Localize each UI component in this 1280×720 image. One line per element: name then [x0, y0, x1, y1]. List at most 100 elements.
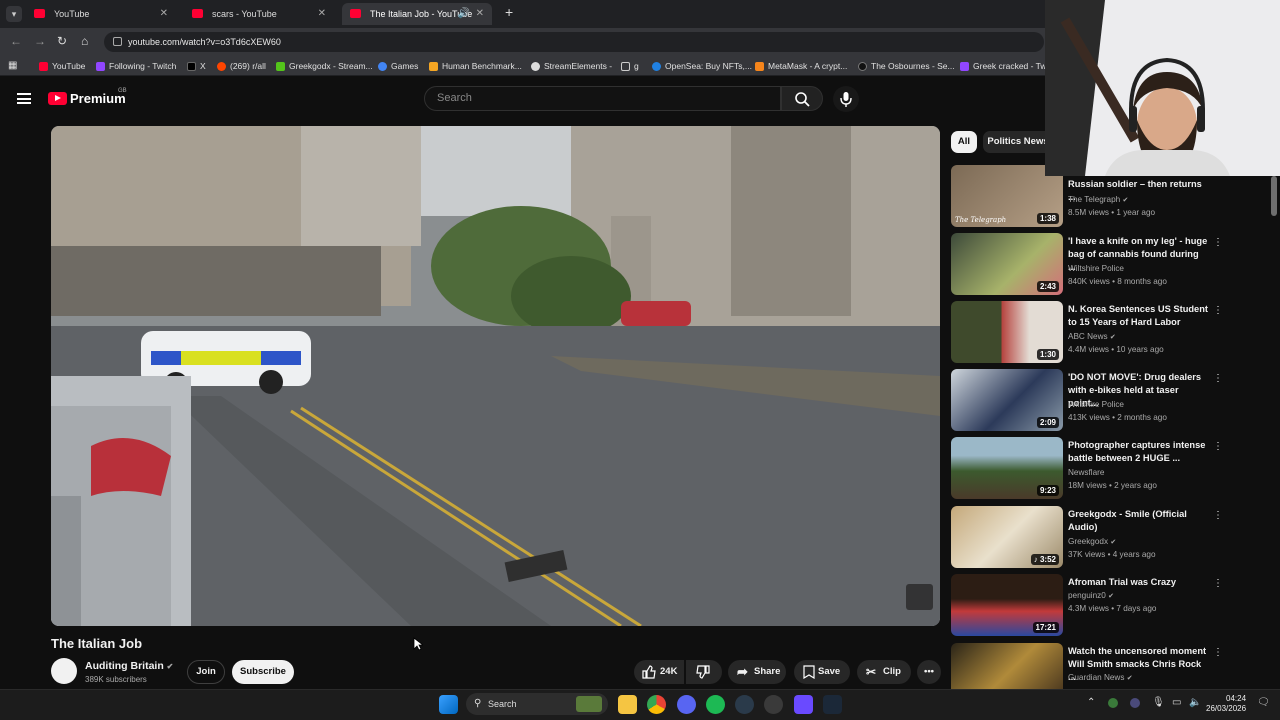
google-icon — [378, 62, 387, 71]
volume-icon[interactable]: 🔈 — [1189, 697, 1201, 708]
forward-icon[interactable]: → — [34, 34, 46, 48]
list-item[interactable]: 2:43 'I have a knife on my leg' - huge b… — [951, 233, 1251, 295]
bookmark-osbournes[interactable]: The Osbournes - Se... — [858, 59, 955, 73]
more-options-icon[interactable]: ⋮ — [1213, 510, 1223, 522]
video-thumbnail[interactable]: 9:23 — [951, 437, 1063, 499]
steam-icon[interactable] — [823, 695, 842, 714]
app-grid-icon[interactable] — [794, 695, 813, 714]
rec-channel: Wiltshire Police — [1068, 400, 1124, 409]
thumbs-up-icon — [642, 665, 656, 679]
bookmark-twitch[interactable]: Following - Twitch — [96, 59, 176, 73]
channel-avatar[interactable] — [51, 658, 77, 684]
x-icon — [187, 62, 196, 71]
tray-chevron-icon[interactable]: ⌃ — [1087, 697, 1095, 708]
list-item[interactable]: Watch the uncensored moment Will Smith s… — [951, 643, 1251, 689]
verified-icon: ✔ — [1122, 197, 1129, 204]
list-item[interactable]: 1:30 N. Korea Sentences US Student to 15… — [951, 301, 1251, 363]
video-thumbnail[interactable]: 1:30 — [951, 301, 1063, 363]
subscribe-button[interactable]: Subscribe — [232, 660, 294, 684]
home-icon[interactable]: ⌂ — [81, 34, 88, 48]
more-actions-button[interactable]: ••• — [917, 660, 941, 684]
chip-politics-news[interactable]: Politics News — [983, 131, 1053, 153]
search-button[interactable] — [781, 86, 823, 111]
address-bar[interactable]: youtube.com/watch?v=o3Td6cXEW60 — [104, 32, 1044, 52]
like-button[interactable]: 24K — [634, 660, 684, 684]
more-options-icon[interactable]: ⋮ — [1213, 305, 1223, 317]
reload-icon[interactable]: ↻ — [57, 34, 67, 48]
list-item[interactable]: 17:21 Afroman Trial was Crazy penguinz0 … — [951, 574, 1251, 636]
microphone-icon[interactable]: 🎙 — [1152, 697, 1165, 708]
video-thumbnail[interactable]: 2:43 — [951, 233, 1063, 295]
bookmark-human-benchmark[interactable]: Human Benchmark... — [429, 59, 522, 73]
verified-icon: ✔ — [1109, 334, 1116, 341]
network-icon[interactable]: ▭ — [1172, 697, 1181, 708]
app-icon[interactable] — [764, 695, 783, 714]
more-options-icon[interactable]: ⋮ — [1213, 647, 1223, 659]
audio-playing-icon[interactable]: 🔊 — [458, 3, 470, 25]
tray-app-icon[interactable] — [1108, 698, 1118, 708]
rec-channel: Greekgodx ✔ — [1068, 537, 1117, 546]
tab-scars[interactable]: scars - YouTube ✕ — [184, 3, 334, 25]
windows-start-icon[interactable] — [439, 695, 458, 714]
more-options-icon[interactable]: ⋮ — [1213, 373, 1223, 385]
notifications-icon[interactable]: 🗨 — [1257, 697, 1270, 708]
more-options-icon[interactable]: ⋮ — [1213, 237, 1223, 249]
join-button[interactable]: Join — [187, 660, 225, 684]
tray-app-icon[interactable] — [1130, 698, 1140, 708]
video-thumbnail[interactable] — [951, 643, 1063, 689]
sidebar-scrollbar[interactable] — [1271, 176, 1277, 216]
voice-search-button[interactable] — [833, 86, 859, 112]
site-icon — [858, 62, 867, 71]
region-code: GB — [118, 88, 127, 94]
list-item[interactable]: 9:23 Photographer captures intense battl… — [951, 437, 1251, 499]
more-options-icon[interactable]: ⋮ — [1213, 441, 1223, 453]
discord-icon[interactable] — [677, 695, 696, 714]
bookmark-metamask[interactable]: MetaMask - A crypt... — [755, 59, 847, 73]
app-icon[interactable] — [735, 695, 754, 714]
bookmark-folder-g[interactable]: g — [621, 59, 639, 73]
bookmark-x[interactable]: X — [187, 59, 206, 73]
apps-icon[interactable]: ▦ — [8, 59, 17, 73]
youtube-logo-icon[interactable] — [48, 92, 67, 105]
rec-title: Afroman Trial was Crazy — [1068, 577, 1176, 587]
share-button[interactable]: ➦ Share — [728, 660, 786, 684]
bookmark-greek-cracked[interactable]: Greek cracked - Twi... — [960, 59, 1056, 73]
tab-italian-job[interactable]: The Italian Job - YouTube 🔊 ✕ — [342, 3, 492, 25]
system-clock[interactable]: 04:24 26/03/2026 — [1206, 694, 1246, 714]
rec-channel: ABC News ✔ — [1068, 332, 1116, 341]
new-tab-button[interactable]: + — [505, 4, 513, 20]
search-input[interactable]: Search — [424, 86, 781, 111]
bookmark-games[interactable]: Games — [378, 59, 418, 73]
list-item[interactable]: ♪ 3:52 Greekgodx - Smile (Official Audio… — [951, 506, 1251, 568]
clip-button[interactable]: ✂ Clip — [857, 660, 911, 684]
video-thumbnail[interactable]: ♪ 3:52 — [951, 506, 1063, 568]
chrome-icon[interactable] — [647, 695, 666, 714]
taskbar-search[interactable]: ⚲ Search — [466, 693, 608, 715]
bookmark-reddit[interactable]: (269) r/all — [217, 59, 266, 73]
close-tab-icon[interactable]: ✕ — [318, 3, 326, 25]
close-tab-icon[interactable]: ✕ — [160, 3, 168, 25]
video-thumbnail[interactable]: 2:09 — [951, 369, 1063, 431]
more-options-icon[interactable]: ⋮ — [1213, 578, 1223, 590]
menu-icon[interactable] — [17, 93, 31, 104]
close-tab-icon[interactable]: ✕ — [476, 3, 484, 25]
tab-list-button[interactable]: ▾ — [6, 6, 22, 22]
tab-youtube[interactable]: YouTube ✕ — [26, 3, 176, 25]
bookmark-opensea[interactable]: OpenSea: Buy NFTs,... — [652, 59, 752, 73]
list-item[interactable]: 2:09 'DO NOT MOVE': Drug dealers with e-… — [951, 369, 1251, 431]
chip-all[interactable]: All — [951, 131, 977, 153]
save-button[interactable]: Save — [794, 660, 850, 684]
site-info-icon[interactable] — [113, 37, 122, 46]
bookmark-greekgodx[interactable]: Greekgodx - Stream... — [276, 59, 373, 73]
bookmark-youtube[interactable]: YouTube — [39, 59, 85, 73]
spotify-icon[interactable] — [706, 695, 725, 714]
dislike-button[interactable] — [686, 660, 722, 684]
back-icon[interactable]: ← — [10, 34, 22, 48]
video-thumbnail[interactable]: 17:21 — [951, 574, 1063, 636]
file-explorer-icon[interactable] — [618, 695, 637, 714]
channel-name[interactable]: Auditing Britain ✔ — [85, 660, 173, 672]
video-player[interactable] — [51, 126, 940, 626]
streamelements-icon — [531, 62, 540, 71]
bookmark-streamelements[interactable]: StreamElements - — [531, 59, 612, 73]
channel-watermark-icon[interactable] — [906, 584, 933, 610]
